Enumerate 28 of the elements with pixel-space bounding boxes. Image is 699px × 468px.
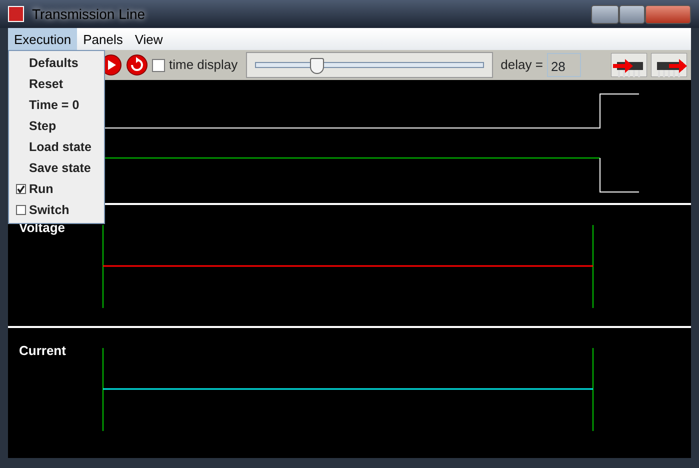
menu-item[interactable]: Reset	[9, 74, 104, 95]
chip-arrow-icon[interactable]	[651, 53, 687, 77]
plot-title: Current	[19, 342, 66, 360]
menu-item[interactable]: Save state	[9, 158, 104, 179]
delay-label: delay =	[500, 56, 543, 74]
minimize-button[interactable]	[591, 4, 619, 24]
menu-item[interactable]: Step	[9, 116, 104, 137]
menu-item[interactable]: Time = 0	[9, 95, 104, 116]
menu-item[interactable]: Load state	[9, 137, 104, 158]
checkbox[interactable]	[152, 58, 165, 72]
menu-item[interactable]: Execution	[8, 28, 78, 50]
menu-item-label: Run	[29, 181, 54, 198]
close-button[interactable]	[645, 4, 691, 24]
maximize-button[interactable]	[619, 4, 645, 24]
menu-item-label: Switch	[29, 202, 70, 220]
plot-title: Voltage	[19, 219, 65, 237]
delay-field[interactable]: 28	[546, 53, 581, 77]
checkbox[interactable]	[16, 205, 26, 215]
chip-arrow-icon[interactable]	[611, 53, 647, 77]
app-icon	[8, 6, 24, 22]
checkbox[interactable]	[16, 184, 26, 194]
slider-thumb[interactable]	[310, 58, 324, 74]
menu-item[interactable]: View	[128, 28, 169, 50]
menu-item[interactable]: Panels	[77, 28, 129, 50]
checkbox-label: time display	[169, 56, 238, 74]
window-title: Transmission Line	[32, 4, 146, 24]
reset-icon[interactable]	[126, 54, 148, 76]
menu-item[interactable]: Defaults	[9, 53, 104, 74]
